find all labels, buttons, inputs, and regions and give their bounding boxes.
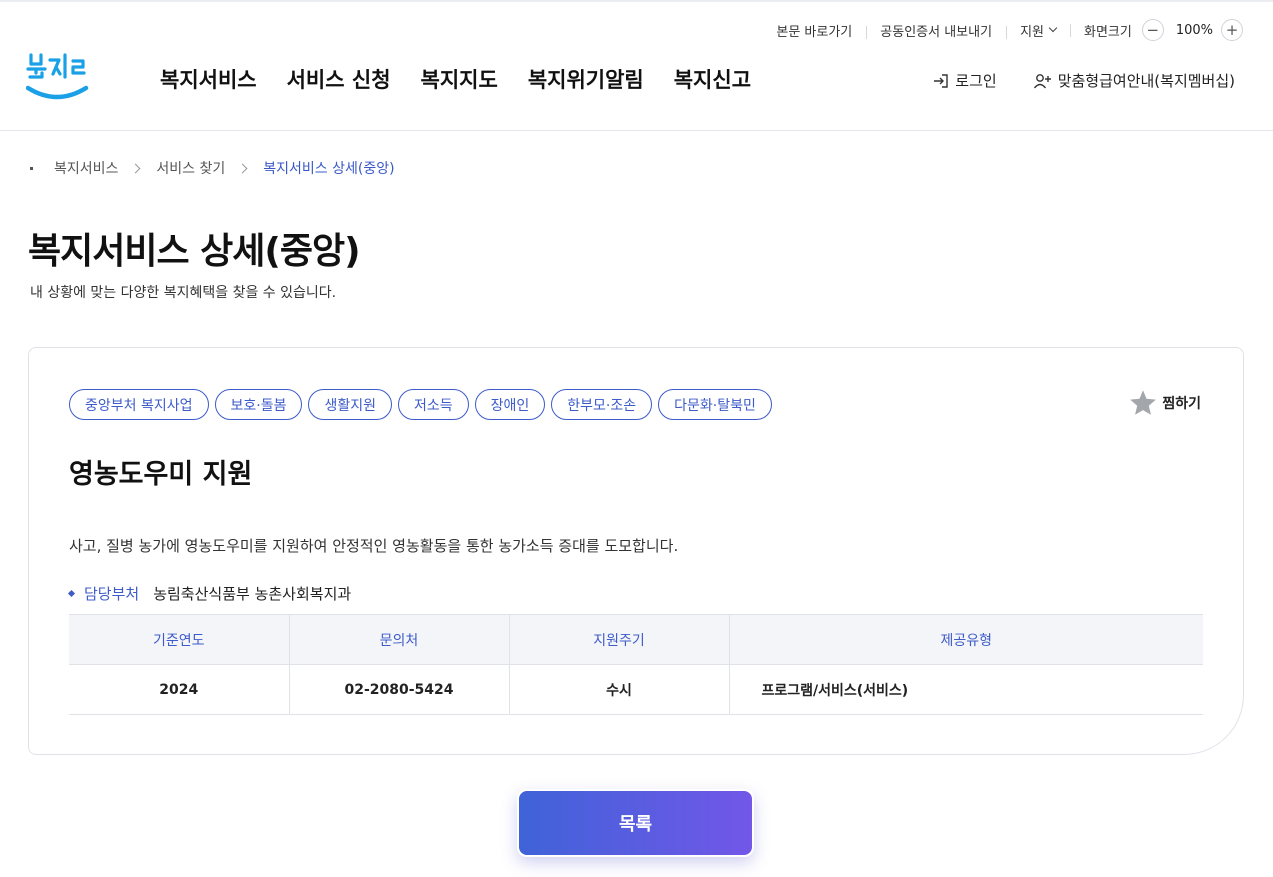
support-dropdown[interactable]: 지원 [1006, 21, 1070, 40]
cell-provision-type: 프로그램/서비스(서비스) [728, 664, 1203, 715]
login-link[interactable]: 로그인 [932, 70, 997, 91]
department-info: 담당부처 농림축산식품부 농촌사회복지과 [67, 583, 352, 604]
zoom-value: 100% [1175, 22, 1213, 38]
cert-export-link[interactable]: 공동인증서 내보내기 [866, 21, 1006, 40]
page-title: 복지서비스 상세(중앙) [28, 231, 361, 272]
department-label: 담당부처 [84, 585, 140, 603]
cell-contact: 02-2080-5424 [288, 664, 509, 715]
header-divider [0, 130, 1273, 131]
utility-bar: 본문 바로가기 공동인증서 내보내기 지원 화면크기 − 100% + [762, 18, 1243, 42]
nav-welfare-services[interactable]: 복지서비스 [160, 64, 257, 94]
cell-base-year: 2024 [69, 664, 289, 715]
breadcrumb: 복지서비스 서비스 찾기 복지서비스 상세(중앙) [30, 158, 395, 178]
membership-link[interactable]: 맞춤형급여안내(복지멤버십) [1033, 70, 1235, 91]
service-detail-card: 중앙부처 복지사업 보호·돌봄 생활지원 저소득 장애인 한부모·조손 다문화·… [28, 347, 1244, 755]
user-add-icon [1033, 73, 1051, 88]
nav-crisis-alert[interactable]: 복지위기알림 [528, 64, 644, 94]
zoom-out-button[interactable]: − [1141, 19, 1164, 41]
table-header-support-cycle: 지원주기 [508, 614, 729, 665]
main-nav: 복지서비스 서비스 신청 복지지도 복지위기알림 복지신고 [160, 64, 781, 94]
tag-low-income[interactable]: 저소득 [398, 389, 469, 420]
chevron-down-icon [1048, 23, 1058, 33]
cell-support-cycle: 수시 [508, 664, 729, 715]
breadcrumb-item-current: 복지서비스 상세(중앙) [263, 161, 395, 177]
zoom-in-button[interactable]: + [1221, 19, 1243, 41]
screen-size-label: 화면크기 [1083, 24, 1132, 40]
star-icon [1130, 390, 1157, 415]
table-row: 2024 02-2080-5424 수시 프로그램/서비스(서비스) [69, 664, 1203, 715]
bokjiro-logo[interactable] [25, 52, 90, 102]
list-button[interactable]: 목록 [517, 789, 754, 857]
category-tags: 중앙부처 복지사업 보호·돌봄 생활지원 저소득 장애인 한부모·조손 다문화·… [69, 389, 778, 420]
service-info-table: 기준연도 문의처 지원주기 제공유형 2024 02-2080-5424 수시 … [69, 614, 1203, 715]
skip-to-content-link[interactable]: 본문 바로가기 [762, 21, 866, 40]
service-title: 영농도우미 지원 [69, 459, 253, 490]
header-actions: 로그인 맞춤형급여안내(복지멤버십) [932, 70, 1235, 91]
nav-welfare-report[interactable]: 복지신고 [674, 64, 751, 94]
tag-disabled[interactable]: 장애인 [474, 389, 546, 420]
chevron-right-icon [237, 163, 248, 173]
breadcrumb-item-find[interactable]: 서비스 찾기 [156, 158, 225, 178]
nav-service-apply[interactable]: 서비스 신청 [287, 64, 391, 94]
diamond-bullet-icon [67, 589, 76, 598]
table-header-provision-type: 제공유형 [728, 614, 1203, 665]
chevron-right-icon [130, 163, 141, 173]
page-description: 내 상황에 맞는 다양한 복지혜택을 찾을 수 있습니다. [30, 285, 337, 301]
breadcrumb-item-welfare[interactable]: 복지서비스 [54, 158, 118, 178]
tag-protection-care[interactable]: 보호·돌봄 [214, 389, 303, 420]
tag-living-support[interactable]: 생활지원 [308, 389, 393, 420]
screen-size-control: 화면크기 − 100% + [1069, 19, 1243, 41]
home-dot-icon [30, 166, 33, 170]
table-header-contact: 문의처 [288, 614, 509, 665]
tag-central-ministry[interactable]: 중앙부처 복지사업 [69, 389, 209, 420]
favorite-button[interactable]: 찜하기 [1129, 389, 1201, 416]
service-description: 사고, 질병 농가에 영농도우미를 지원하여 안정적인 영농활동을 통한 농가소… [69, 537, 679, 555]
tag-multicultural[interactable]: 다문화·탈북민 [658, 389, 772, 420]
nav-welfare-map[interactable]: 복지지도 [421, 64, 498, 94]
department-value: 농림축산식품부 농촌사회복지과 [153, 585, 352, 603]
tag-single-parent[interactable]: 한부모·조손 [551, 389, 653, 420]
login-icon [934, 73, 948, 88]
top-border [0, 0, 1273, 2]
table-header-base-year: 기준연도 [69, 614, 289, 665]
table-header-row: 기준연도 문의처 지원주기 제공유형 [69, 614, 1203, 665]
